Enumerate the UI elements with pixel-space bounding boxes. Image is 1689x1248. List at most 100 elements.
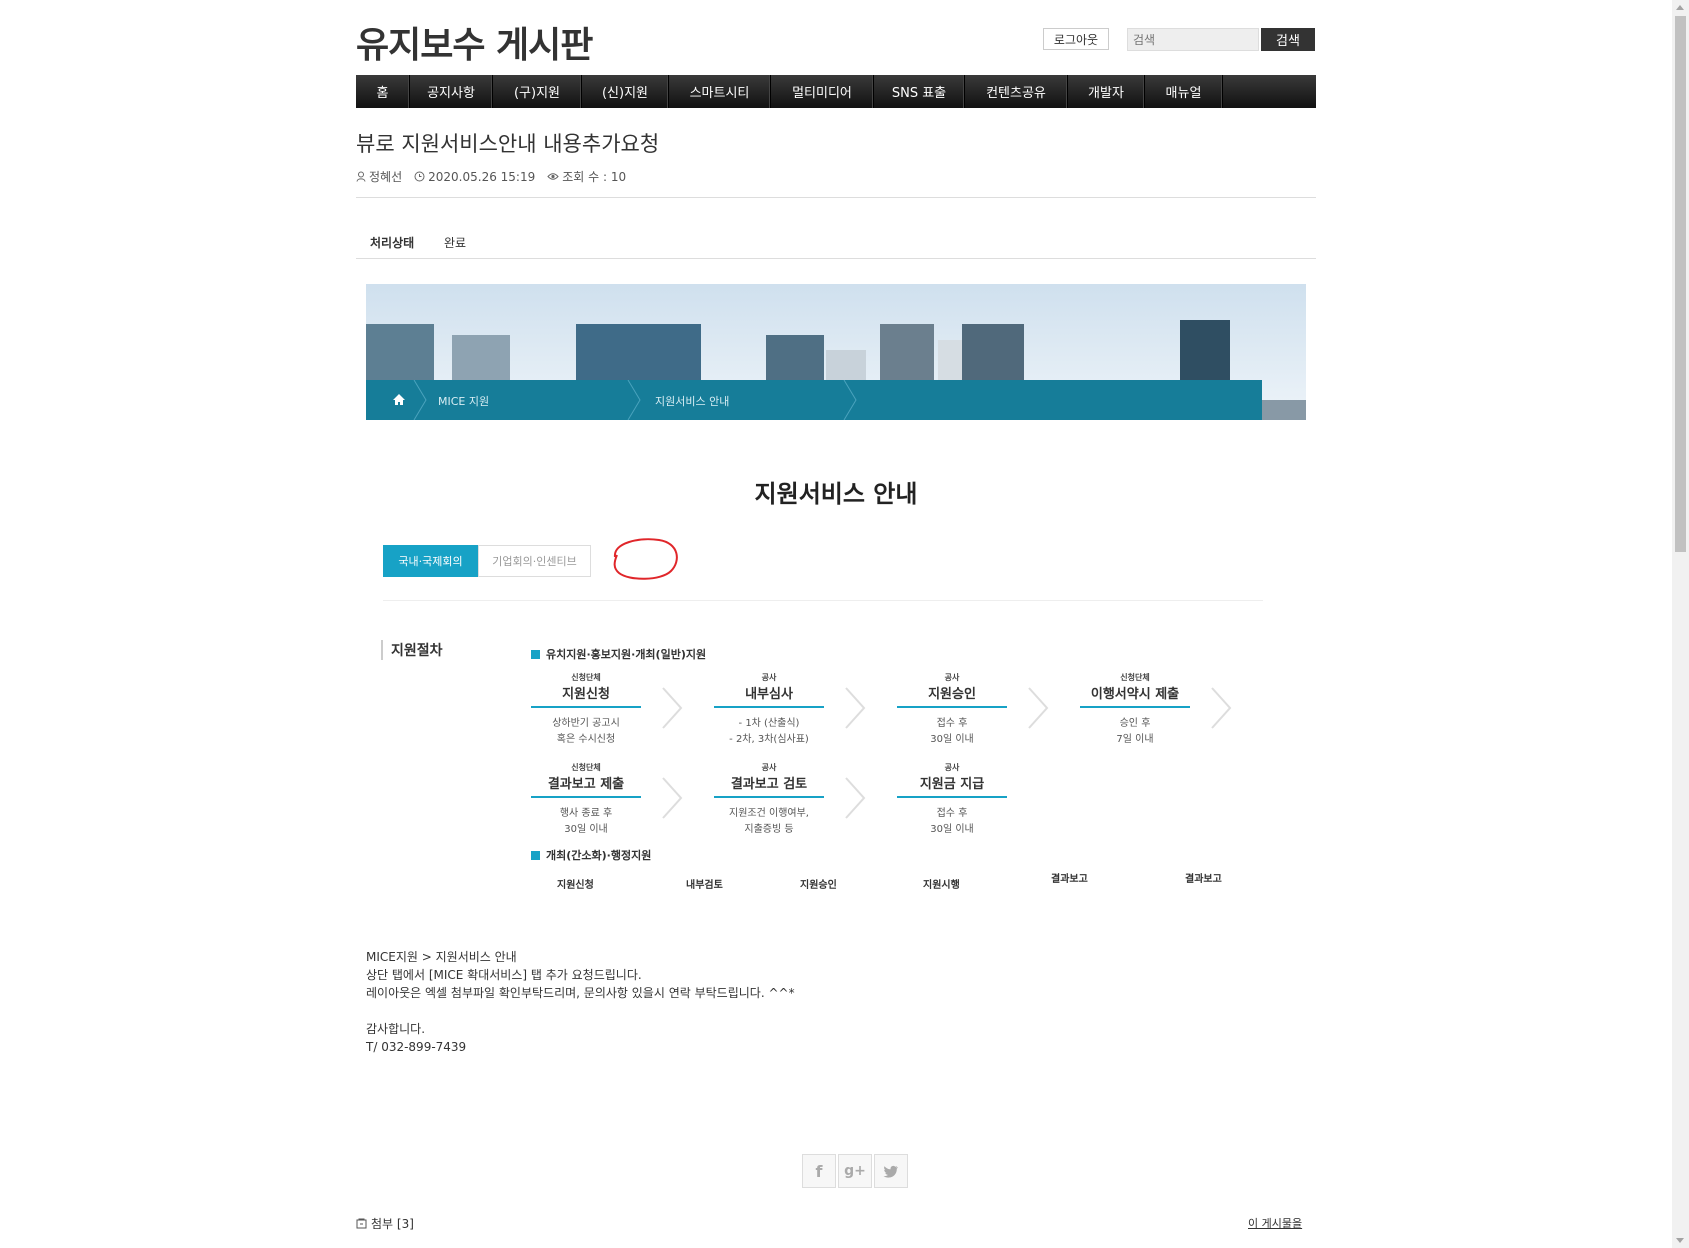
banner-image: MICE 지원 지원서비스 안내 (366, 284, 1306, 420)
nav-item-manual[interactable]: 매뉴얼 (1145, 75, 1223, 108)
scrollbar[interactable] (1672, 0, 1689, 1248)
chevron-right-icon (662, 687, 683, 729)
post-meta: 정혜선 2020.05.26 15:19 조회 수 : 10 (356, 168, 626, 185)
nav-item-sns[interactable]: SNS 표출 (874, 75, 965, 108)
step-name: 내부심사 (714, 683, 824, 708)
step-actor: 신청단체 (1120, 673, 1150, 682)
facebook-icon[interactable]: f (802, 1154, 836, 1188)
tab-corporate-incentive: 기업회의·인센티브 (478, 545, 591, 577)
simple-step: 지원시행 (923, 880, 960, 891)
author-name: 정혜선 (369, 170, 403, 184)
scrollbar-thumb[interactable] (1675, 16, 1686, 552)
divider (356, 197, 1316, 198)
nav-item-new-support[interactable]: (신)지원 (582, 75, 669, 108)
author: 정혜선 (356, 168, 402, 185)
search-input[interactable] (1127, 28, 1259, 51)
logout-button[interactable]: 로그아웃 (1043, 28, 1109, 50)
chevron-right-icon (662, 777, 683, 819)
step-desc: 접수 후 30일 이내 (930, 808, 974, 835)
step-desc: 접수 후 30일 이내 (930, 718, 974, 745)
chevron-right-icon (845, 777, 866, 819)
nav-item-developer[interactable]: 개발자 (1068, 75, 1145, 108)
google-plus-icon[interactable]: g+ (838, 1154, 872, 1188)
step-name: 이행서약시 제출 (1080, 683, 1190, 708)
post-datetime: 2020.05.26 15:19 (414, 168, 535, 185)
nav-item-smart-city[interactable]: 스마트시티 (669, 75, 771, 108)
body-line: 감사합니다. (366, 1022, 426, 1036)
scroll-up-icon[interactable] (1676, 5, 1684, 10)
square-bullet-icon (531, 850, 540, 860)
simple-step: 지원승인 (800, 880, 837, 891)
step-card: 공사 지원금 지급 접수 후 30일 이내 (897, 762, 1007, 838)
breadcrumb-item: 지원서비스 안내 (655, 395, 730, 408)
nav-item-old-support[interactable]: (구)지원 (493, 75, 582, 108)
home-icon (393, 394, 405, 405)
body-line: 레이아웃은 엑셀 첨부파일 확인부탁드리며, 문의사항 있을시 연락 부탁드립니… (366, 986, 795, 1000)
step-card: 공사 결과보고 검토 지원조건 이행여부, 지출증빙 등 (714, 762, 824, 838)
breadcrumb: MICE 지원 지원서비스 안내 (366, 380, 1262, 420)
body-line (366, 1002, 795, 1020)
search-button[interactable]: 검색 (1261, 28, 1315, 51)
step-card: 공사 지원승인 접수 후 30일 이내 (897, 672, 1007, 748)
view-count: 조회 수 : 10 (547, 168, 626, 185)
group-heading: 유치지원·홍보지원·개최(일반)지원 (531, 646, 706, 662)
square-bullet-icon (531, 649, 540, 659)
twitter-icon[interactable] (874, 1154, 908, 1188)
step-actor: 공사 (761, 673, 777, 682)
chevron-right-icon (413, 380, 427, 420)
main-nav: 홈 공지사항 (구)지원 (신)지원 스마트시티 멀티미디어 SNS 표출 컨텐… (356, 75, 1316, 108)
views-text: 조회 수 : 10 (562, 170, 627, 184)
section-heading: 지원서비스 안내 (754, 480, 918, 508)
status-label: 처리상태 (370, 236, 415, 250)
divider (383, 600, 1263, 601)
chevron-right-icon (1028, 687, 1049, 729)
step-desc: - 1차 (산출식) - 2차, 3차(심사표) (729, 718, 809, 745)
step-desc: 상하반기 공고시 혹은 수시신청 (552, 718, 620, 745)
attachments[interactable]: 첨부 [3] (356, 1215, 414, 1232)
user-icon (356, 171, 366, 182)
post-title: 뷰로 지원서비스안내 내용추가요청 (356, 132, 660, 156)
share-buttons: f g+ (802, 1154, 908, 1188)
nav-item-home[interactable]: 홈 (356, 75, 410, 108)
site-title[interactable]: 유지보수 게시판 (356, 16, 593, 68)
nav-item-multimedia[interactable]: 멀티미디어 (771, 75, 874, 108)
step-card: 신청단체 지원신청 상하반기 공고시 혹은 수시신청 (531, 672, 641, 748)
procedure-label: 지원절차 (381, 640, 443, 660)
body-line: MICE지원 > 지원서비스 안내 (366, 950, 517, 964)
chevron-right-icon (627, 380, 641, 420)
post-link[interactable]: 이 게시물을 (1248, 1215, 1302, 1231)
step-actor: 공사 (761, 763, 777, 772)
step-name: 지원승인 (897, 683, 1007, 708)
group-heading: 개최(간소화)·행정지원 (531, 847, 651, 863)
breadcrumb-item: MICE 지원 (438, 395, 490, 408)
simple-step: 지원신청 (557, 880, 594, 891)
attach-label: 첨부 [3] (371, 1217, 414, 1231)
nav-item-notice[interactable]: 공지사항 (410, 75, 493, 108)
step-name: 지원신청 (531, 683, 641, 708)
body-line: T/ 032-899-7439 (366, 1040, 467, 1054)
body-line: 상단 탭에서 [MICE 확대서비스] 탭 추가 요청드립니다. (366, 968, 642, 982)
clock-icon (414, 171, 425, 182)
status-value: 완료 (444, 236, 467, 250)
scroll-down-icon[interactable] (1676, 1238, 1684, 1243)
chevron-right-icon (845, 687, 866, 729)
simple-step: 결과보고 (1051, 874, 1088, 885)
step-desc: 승인 후 7일 이내 (1116, 718, 1154, 745)
divider (356, 258, 1316, 259)
step-card: 신청단체 이행서약시 제출 승인 후 7일 이내 (1080, 672, 1190, 748)
attachment-icon (356, 1218, 367, 1229)
step-actor: 신청단체 (571, 673, 601, 682)
step-card: 공사 내부심사 - 1차 (산출식) - 2차, 3차(심사표) (714, 672, 824, 748)
step-name: 지원금 지급 (897, 773, 1007, 798)
group-title: 유치지원·홍보지원·개최(일반)지원 (546, 648, 707, 661)
nav-item-content-share[interactable]: 컨텐츠공유 (965, 75, 1068, 108)
step-actor: 공사 (944, 673, 960, 682)
step-actor: 신청단체 (571, 763, 601, 772)
chevron-right-icon (1211, 687, 1232, 729)
tab-domestic-international: 국내·국제회의 (383, 545, 478, 577)
step-actor: 공사 (944, 763, 960, 772)
step-name: 결과보고 검토 (714, 773, 824, 798)
eye-icon (547, 173, 559, 180)
simple-step: 결과보고 (1185, 874, 1222, 885)
step-desc: 행사 종료 후 30일 이내 (559, 808, 613, 835)
